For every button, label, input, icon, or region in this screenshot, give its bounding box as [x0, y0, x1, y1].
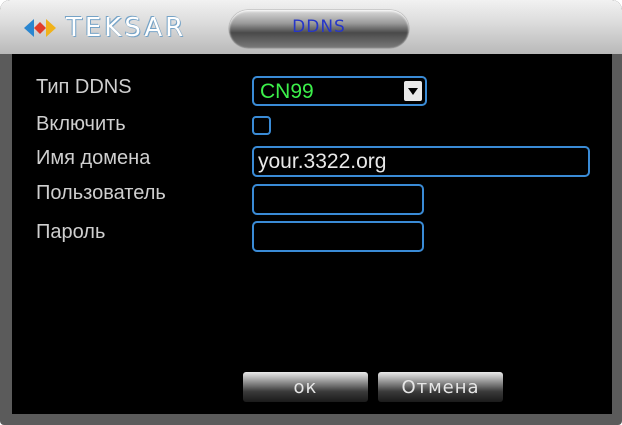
ddns-type-select[interactable]: CN99	[252, 76, 427, 106]
ok-button[interactable]: ок	[243, 372, 368, 402]
brand-logo: TEKSAR	[22, 13, 187, 43]
enable-checkbox[interactable]	[252, 116, 271, 135]
domain-label: Имя домена	[36, 147, 151, 169]
title-pill: DDNS	[229, 10, 409, 48]
ddns-dialog: TEKSAR DDNS Тип DDNS CN99 Включить Имя д…	[0, 0, 622, 425]
settings-panel: Тип DDNS CN99 Включить Имя домена your.3…	[12, 54, 612, 414]
dropdown-arrow-icon[interactable]	[404, 81, 422, 101]
cancel-button[interactable]: Отмена	[378, 372, 503, 402]
title-bar: TEKSAR DDNS	[0, 0, 622, 54]
ddns-type-label: Тип DDNS	[36, 76, 132, 98]
user-label: Пользователь	[36, 182, 166, 204]
logo-text: TEKSAR	[66, 13, 187, 43]
password-input[interactable]	[252, 221, 424, 252]
dialog-title: DDNS	[292, 17, 346, 37]
domain-input[interactable]: your.3322.org	[252, 146, 590, 177]
user-input[interactable]	[252, 184, 424, 215]
password-label: Пароль	[36, 221, 106, 243]
enable-label: Включить	[36, 113, 126, 135]
logo-diamond-icon	[24, 19, 56, 37]
ddns-type-value: CN99	[260, 80, 314, 103]
